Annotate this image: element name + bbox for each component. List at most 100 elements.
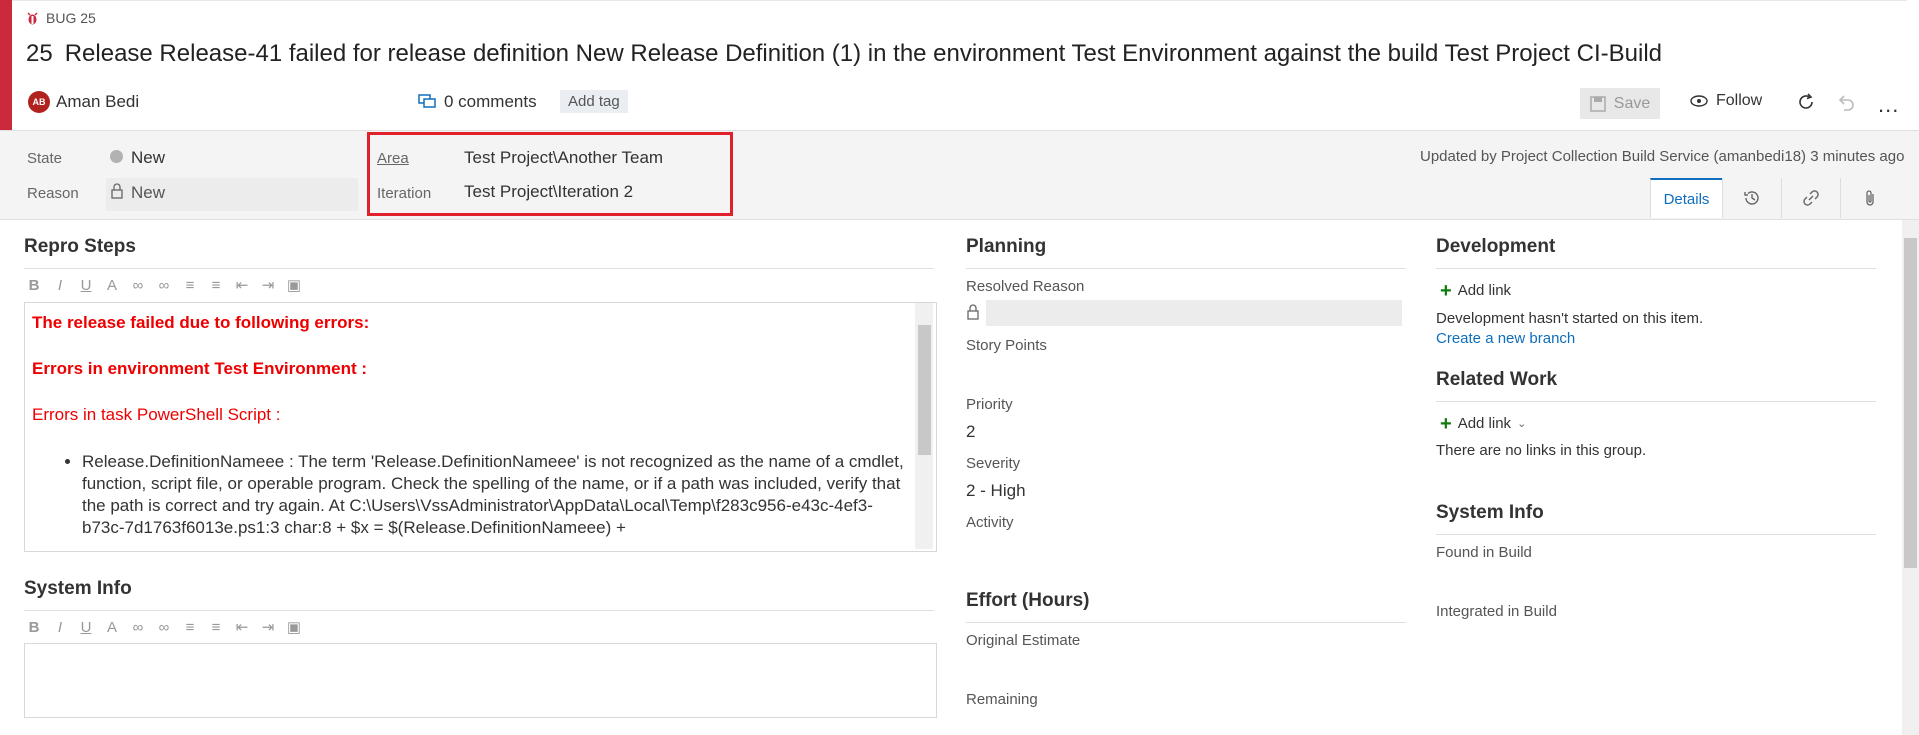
chevron-down-icon: ⌄ [1517,418,1527,430]
system-info-editor[interactable] [24,643,937,718]
system-info-heading: System Info [24,578,132,599]
history-icon [1744,191,1759,205]
underline-icon[interactable]: U [76,277,96,294]
create-branch-link[interactable]: Create a new branch [1436,330,1575,347]
bold-icon[interactable]: B [24,277,44,294]
severity-label: Severity [966,455,1021,472]
divider [1436,401,1876,402]
link-icon[interactable]: ∞ [128,277,148,294]
tab-attachments[interactable] [1840,178,1899,218]
save-label: Save [1613,94,1651,112]
bulleted-list-icon[interactable]: ≡ [180,277,200,294]
task-error: Errors in task PowerShell Script : [32,405,281,424]
unlink-icon[interactable]: ∞ [154,619,174,636]
error-list: Release.DefinitionNameee : The term 'Rel… [32,451,912,539]
priority-field[interactable]: 2 [966,422,975,442]
avatar[interactable]: AB [28,91,50,113]
unlink-icon[interactable]: ∞ [154,277,174,294]
repro-steps-editor[interactable]: The release failed due to following erro… [24,302,937,552]
increase-indent-icon[interactable]: ⇥ [258,276,278,294]
numbered-list-icon[interactable]: ≡ [206,619,226,636]
bulleted-list-icon[interactable]: ≡ [180,619,200,636]
decrease-indent-icon[interactable]: ⇤ [232,618,252,636]
italic-icon[interactable]: I [50,619,70,636]
work-item-title-text[interactable]: Release Release-41 failed for release de… [65,40,1662,67]
repro-steps-content: The release failed due to following erro… [32,313,912,539]
bug-icon [27,11,38,24]
follow-label: Follow [1716,92,1763,109]
integrated-in-build-label: Integrated in Build [1436,603,1557,620]
header-top-divider [12,0,1907,1]
save-icon [1590,95,1606,112]
comments-link[interactable]: 0 comments [418,92,537,112]
activity-label: Activity [966,514,1014,531]
state-label: State [27,150,63,167]
divider [966,268,1406,269]
state-indicator-icon [110,150,123,163]
repro-steps-toolbar: B I U A ∞ ∞ ≡ ≡ ⇤ ⇥ ▣ [24,276,304,295]
add-tag-button[interactable]: Add tag [560,90,628,113]
link-icon [1803,190,1819,206]
severity-field[interactable]: 2 - High [966,481,1026,501]
divider [1436,268,1876,269]
image-icon[interactable]: ▣ [284,276,304,294]
numbered-list-icon[interactable]: ≡ [206,277,226,294]
error-heading: The release failed due to following erro… [32,313,370,332]
reason-label: Reason [27,185,79,202]
divider [24,268,934,269]
divider [1436,534,1876,535]
image-icon[interactable]: ▣ [284,618,304,636]
environment-error: Errors in environment Test Environment : [32,359,368,378]
state-dropdown[interactable]: New [131,148,165,168]
plus-icon: + [1440,279,1452,302]
work-item-title[interactable]: 25 Release Release-41 failed for release … [26,40,1662,68]
work-item-id: 25 [26,40,53,67]
highlight-annotation-box [367,132,733,216]
decrease-indent-icon[interactable]: ⇤ [232,276,252,294]
more-actions-icon[interactable]: ... [1878,92,1899,118]
repro-steps-heading: Repro Steps [24,236,136,257]
tab-details[interactable]: Details [1650,178,1722,218]
add-link-label: Add link [1457,282,1512,299]
page-scrollbar-thumb[interactable] [1904,238,1917,568]
paperclip-icon [1866,190,1874,206]
work-item-type-label: BUG 25 [46,10,96,26]
underline-icon[interactable]: U [76,619,96,636]
planning-heading: Planning [966,236,1047,257]
remaining-label: Remaining [966,691,1038,708]
tab-links[interactable] [1781,178,1840,218]
italic-icon[interactable]: I [50,277,70,294]
add-link-label: Add link [1457,415,1512,432]
save-button[interactable]: Save [1580,88,1660,119]
divider [966,622,1406,623]
comment-icon [418,94,436,108]
development-add-link-button[interactable]: + Add link [1440,279,1512,302]
list-item: Release.DefinitionNameee : The term 'Rel… [82,451,912,539]
reason-field: New [131,183,166,202]
system-info-side-heading: System Info [1436,502,1544,523]
story-points-label: Story Points [966,337,1047,354]
updated-by-text[interactable]: Updated by Project Collection Build Serv… [1420,148,1904,165]
undo-icon[interactable] [1836,93,1856,113]
refresh-icon[interactable] [1796,92,1816,112]
link-icon[interactable]: ∞ [128,619,148,636]
assigned-to[interactable]: Aman Bedi [56,92,139,112]
effort-heading: Effort (Hours) [966,590,1090,611]
related-work-heading: Related Work [1436,369,1558,390]
divider [24,610,934,611]
increase-indent-icon[interactable]: ⇥ [258,618,278,636]
work-item-tabs: Details [1650,178,1899,218]
resolved-reason-field [986,300,1402,326]
bold-icon[interactable]: B [24,619,44,636]
system-info-toolbar: B I U A ∞ ∞ ≡ ≡ ⇤ ⇥ ▣ [24,618,304,637]
scrollbar-thumb[interactable] [918,325,931,455]
highlight-icon[interactable]: A [102,277,122,294]
highlight-icon[interactable]: A [102,619,122,636]
related-add-link-button[interactable]: + Add link ⌄ [1440,412,1527,435]
development-status: Development hasn't started on this item. [1436,310,1704,327]
lock-icon [111,183,123,199]
follow-button[interactable]: Follow [1690,92,1762,110]
lock-icon [967,304,979,320]
plus-icon: + [1440,412,1452,435]
tab-history[interactable] [1722,178,1781,218]
